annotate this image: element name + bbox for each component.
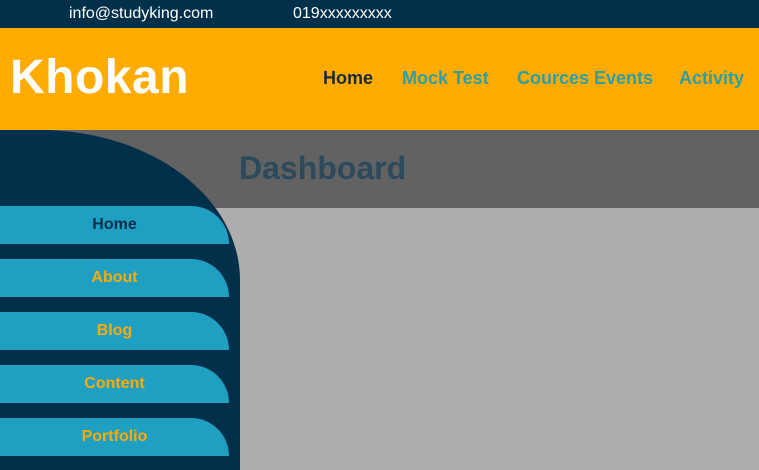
nav-home-link[interactable]: Home: [323, 68, 373, 89]
site-header: Khokan Home Mock Test Cources Events Act…: [0, 28, 759, 130]
nav-activity-link[interactable]: Activity: [679, 68, 744, 89]
top-contact-bar: info@studyking.com 019xxxxxxxxx: [0, 0, 759, 28]
sidebar-item-portfolio[interactable]: Portfolio: [0, 418, 229, 456]
page-title: Dashboard: [239, 150, 407, 186]
sidebar-item-label: Portfolio: [81, 428, 148, 445]
sidebar-item-home[interactable]: Home: [0, 206, 229, 244]
sidebar-item-label: About: [91, 269, 138, 286]
sidebar-item-about[interactable]: About: [0, 259, 229, 297]
sidebar-item-content[interactable]: Content: [0, 365, 229, 403]
nav-mock-test-link[interactable]: Mock Test: [402, 68, 489, 89]
sidebar-item-label: Content: [84, 375, 145, 392]
brand-logo-text[interactable]: Khokan: [10, 50, 189, 106]
contact-email[interactable]: info@studyking.com: [69, 5, 213, 23]
sidebar-item-label: Home: [92, 216, 137, 233]
nav-cources-events-link[interactable]: Cources Events: [517, 68, 653, 89]
sidebar-item-blog[interactable]: Blog: [0, 312, 229, 350]
contact-phone[interactable]: 019xxxxxxxxx: [293, 5, 392, 23]
sidebar-item-label: Blog: [96, 322, 133, 339]
